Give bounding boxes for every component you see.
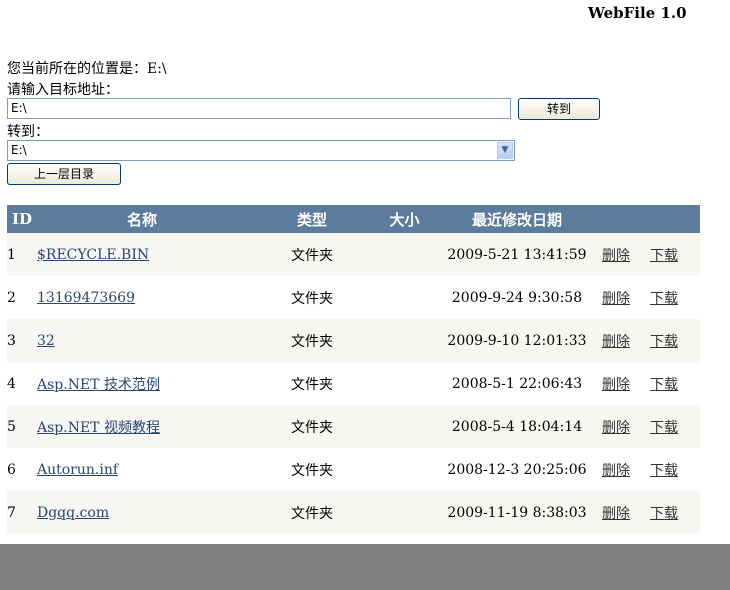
row-date: 2009-11-19 8:38:03 — [447, 504, 587, 521]
table-row: 5 Asp.NET 视频教程 文件夹 2008-5-4 18:04:14 删除 … — [7, 405, 700, 448]
goto-label: 转到： — [7, 124, 49, 140]
table-row: 2 13169473669 文件夹 2009-9-24 9:30:58 删除 下… — [7, 276, 700, 319]
file-name-link[interactable]: 13169473669 — [37, 290, 135, 306]
download-link[interactable]: 下载 — [650, 248, 678, 264]
download-link[interactable]: 下载 — [650, 463, 678, 479]
row-size — [377, 362, 432, 405]
row-size — [377, 276, 432, 319]
col-size: 大小 — [389, 210, 420, 229]
row-id: 4 — [7, 375, 16, 392]
download-link[interactable]: 下载 — [650, 420, 678, 436]
delete-link[interactable]: 删除 — [602, 420, 630, 436]
row-id: 1 — [7, 246, 16, 263]
address-input[interactable]: E:\ — [7, 98, 511, 119]
col-delete — [602, 205, 650, 233]
goto-select-value: E:\ — [11, 143, 27, 157]
row-date: 2009-9-24 9:30:58 — [451, 289, 583, 306]
row-date: 2008-12-3 20:25:06 — [447, 461, 587, 478]
chevron-down-icon[interactable]: ▼ — [497, 142, 513, 159]
table-row: 7 Dgqq.com 文件夹 2009-11-19 8:38:03 删除 下载 — [7, 491, 700, 534]
row-type: 文件夹 — [291, 290, 333, 307]
table-row: 6 Autorun.inf 文件夹 2008-12-3 20:25:06 删除 … — [7, 448, 700, 491]
go-button[interactable]: 转到 — [518, 98, 600, 120]
goto-select[interactable]: E:\ ▼ — [7, 140, 515, 161]
file-name-link[interactable]: Dgqq.com — [37, 505, 109, 521]
download-link[interactable]: 下载 — [650, 291, 678, 307]
current-location: 您当前所在的位置是：E:\ — [7, 61, 167, 77]
row-type: 文件夹 — [291, 376, 333, 393]
row-size — [377, 233, 432, 276]
row-type: 文件夹 — [291, 505, 333, 522]
row-date: 2009-5-21 13:41:59 — [447, 246, 587, 263]
table-row: 1 $RECYCLE.BIN 文件夹 2009-5-21 13:41:59 删除… — [7, 233, 700, 276]
download-link[interactable]: 下载 — [650, 377, 678, 393]
file-name-link[interactable]: Autorun.inf — [37, 462, 118, 478]
row-date: 2008-5-4 18:04:14 — [451, 418, 583, 435]
row-size — [377, 405, 432, 448]
row-date: 2008-5-1 22:06:43 — [451, 375, 583, 392]
address-label: 请输入目标地址： — [7, 82, 119, 98]
download-link[interactable]: 下载 — [650, 334, 678, 350]
row-type: 文件夹 — [291, 462, 333, 479]
row-date: 2009-9-10 12:01:33 — [447, 332, 587, 349]
col-date: 最近修改日期 — [471, 210, 562, 229]
viewport-overlay — [0, 544, 730, 590]
table-row: 4 Asp.NET 技术范例 文件夹 2008-5-1 22:06:43 删除 … — [7, 362, 700, 405]
row-type: 文件夹 — [291, 333, 333, 350]
row-id: 3 — [7, 332, 16, 349]
delete-link[interactable]: 删除 — [602, 291, 630, 307]
download-link[interactable]: 下载 — [650, 506, 678, 522]
file-name-link[interactable]: Asp.NET 视频教程 — [37, 420, 160, 436]
delete-link[interactable]: 删除 — [602, 248, 630, 264]
col-id: ID — [12, 210, 33, 228]
col-download — [650, 205, 700, 233]
parent-directory-button[interactable]: 上一层目录 — [7, 163, 121, 185]
delete-link[interactable]: 删除 — [602, 334, 630, 350]
file-name-link[interactable]: $RECYCLE.BIN — [37, 247, 149, 263]
row-size — [377, 319, 432, 362]
delete-link[interactable]: 删除 — [602, 377, 630, 393]
row-id: 5 — [7, 418, 16, 435]
viewport-overlay-corner — [0, 560, 48, 590]
app-title: WebFile 1.0 — [588, 4, 687, 22]
col-name: 名称 — [126, 210, 157, 229]
delete-link[interactable]: 删除 — [602, 506, 630, 522]
file-table: ID 名称 类型 大小 最近修改日期 1 $RECYCLE.BIN 文件夹 20… — [7, 205, 700, 577]
row-size — [377, 448, 432, 491]
row-type: 文件夹 — [291, 419, 333, 436]
file-name-link[interactable]: Asp.NET 技术范例 — [37, 377, 160, 393]
file-name-link[interactable]: 32 — [37, 333, 55, 349]
col-type: 类型 — [296, 210, 327, 229]
table-row: 3 32 文件夹 2009-9-10 12:01:33 删除 下载 — [7, 319, 700, 362]
row-size — [377, 491, 432, 534]
table-header: ID 名称 类型 大小 最近修改日期 — [7, 205, 700, 233]
delete-link[interactable]: 删除 — [602, 463, 630, 479]
row-id: 7 — [7, 504, 16, 521]
row-id: 2 — [7, 289, 16, 306]
row-type: 文件夹 — [291, 247, 333, 264]
row-id: 6 — [7, 461, 16, 478]
